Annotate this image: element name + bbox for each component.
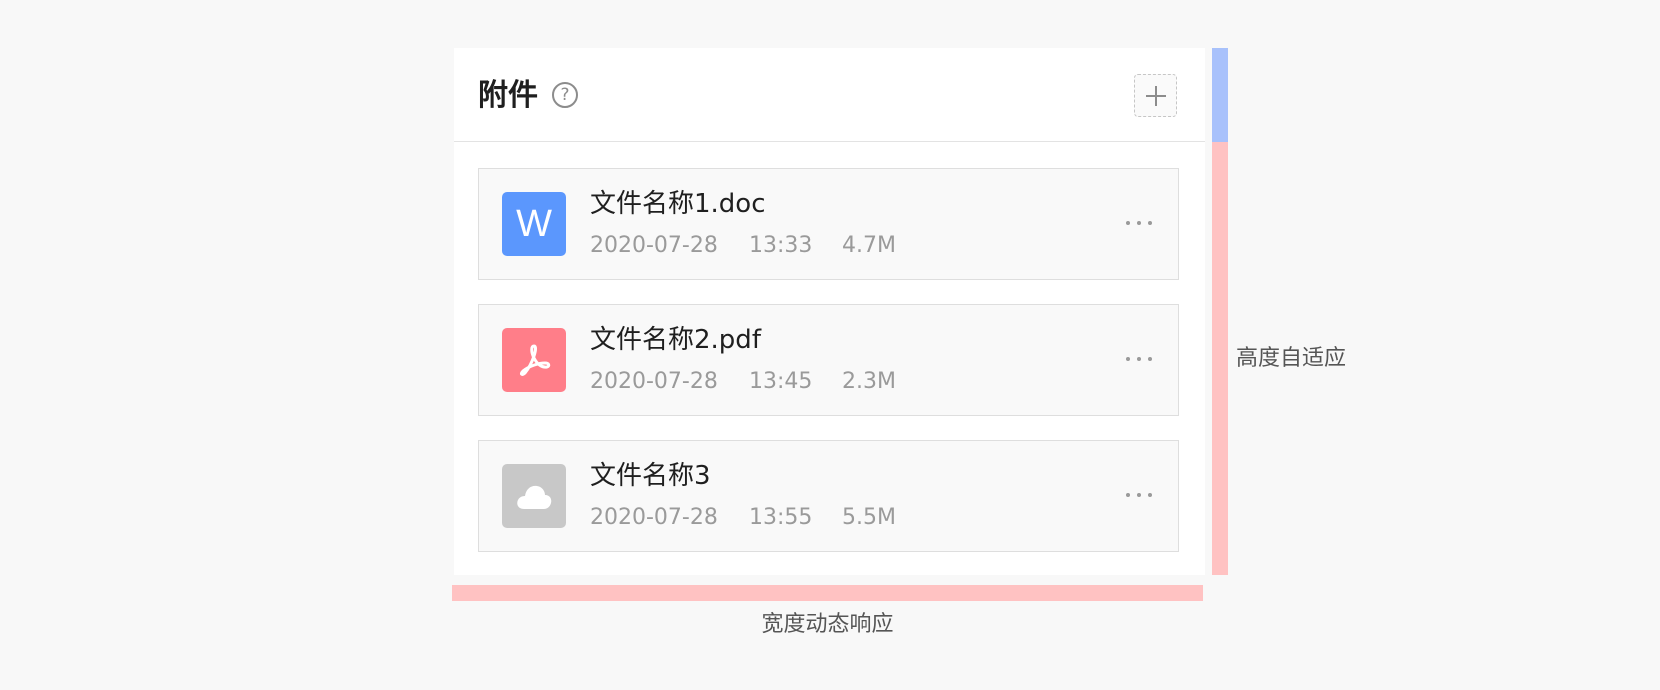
more-options-icon[interactable]: [1124, 348, 1154, 372]
file-list: W 文件名称1.doc 2020-07-28 13:33 4.7M 文件名称2.pd…: [478, 168, 1179, 576]
width-indicator: [452, 585, 1203, 601]
pdf-icon: [502, 328, 566, 392]
file-time: 13:45: [749, 369, 813, 394]
panel-header: 附件 ?: [454, 48, 1205, 142]
file-name: 文件名称3: [590, 461, 711, 491]
width-annotation-label: 宽度动态响应: [761, 612, 894, 637]
file-date: 2020-07-28: [590, 233, 718, 258]
body-height-indicator: [1212, 142, 1228, 575]
cloud-glyph: [517, 485, 552, 509]
word-doc-icon: W: [502, 192, 566, 256]
plus-icon: [1146, 86, 1166, 106]
file-date: 2020-07-28: [590, 369, 718, 394]
file-size: 5.5M: [842, 505, 896, 530]
file-time: 13:33: [749, 233, 813, 258]
file-item[interactable]: 文件名称3 2020-07-28 13:55 5.5M: [478, 440, 1179, 552]
pdf-acrobat-glyph: [520, 344, 551, 376]
file-date: 2020-07-28: [590, 505, 718, 530]
file-item[interactable]: 文件名称2.pdf 2020-07-28 13:45 2.3M: [478, 304, 1179, 416]
height-annotation-label: 高度自适应: [1236, 346, 1347, 371]
file-name: 文件名称2.pdf: [590, 325, 761, 355]
cloud-icon: [502, 464, 566, 528]
file-size: 2.3M: [842, 369, 896, 394]
panel-title: 附件: [478, 78, 538, 113]
word-doc-letter: W: [516, 202, 552, 245]
header-height-indicator: [1212, 48, 1228, 142]
more-options-icon[interactable]: [1124, 484, 1154, 508]
more-options-icon[interactable]: [1124, 212, 1154, 236]
help-icon[interactable]: ?: [552, 82, 578, 108]
file-size: 4.7M: [842, 233, 896, 258]
file-time: 13:55: [749, 505, 813, 530]
file-item[interactable]: W 文件名称1.doc 2020-07-28 13:33 4.7M: [478, 168, 1179, 280]
file-meta: 2020-07-28 13:33 4.7M: [590, 231, 896, 261]
add-attachment-button[interactable]: [1134, 74, 1177, 117]
file-meta: 2020-07-28 13:55 5.5M: [590, 503, 896, 533]
file-meta: 2020-07-28 13:45 2.3M: [590, 367, 896, 397]
attachments-panel: 附件 ? W 文件名称1.doc 2020-07-28 13:33 4.7M 文…: [454, 48, 1205, 575]
file-name: 文件名称1.doc: [590, 189, 766, 219]
